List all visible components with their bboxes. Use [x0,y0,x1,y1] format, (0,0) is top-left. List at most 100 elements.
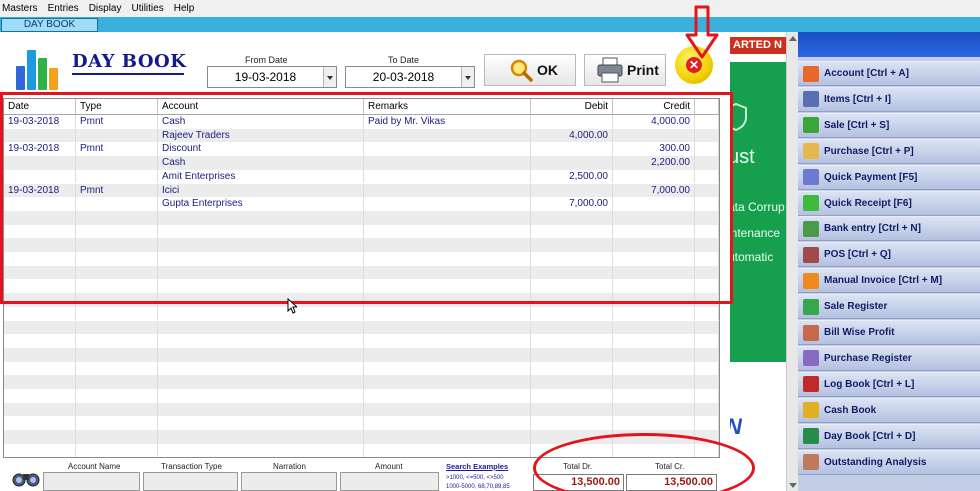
cell-debit [531,306,613,321]
menu-bar: Masters Entries Display Utilities Help [0,0,980,17]
purchase-register-icon [803,350,819,367]
cell-remarks [364,347,531,362]
cell-remarks [364,361,531,376]
scroll-up-icon[interactable] [789,36,797,41]
background-text-2: ata Corrup [730,200,785,214]
cell-account [158,416,364,431]
table-row[interactable] [4,347,719,362]
amount-input[interactable] [340,472,439,491]
table-row[interactable] [4,402,719,417]
table-row[interactable] [4,361,719,376]
to-date-combo[interactable]: 20-03-2018 [345,66,475,88]
ok-button[interactable]: OK [484,54,576,86]
sidebar-item-purchase[interactable]: Purchase [Ctrl + P] [798,138,980,164]
sidebar-item-purchase-register[interactable]: Purchase Register [798,345,980,371]
sidebar-item-day-book[interactable]: Day Book [Ctrl + D] [798,423,980,449]
cell-debit [531,389,613,403]
table-row[interactable] [4,306,719,321]
page-title: DAY BOOK [72,51,187,72]
scroll-down-icon[interactable] [789,483,797,488]
bank-entry-icon [803,220,819,237]
sidebar-item-label: Sale [Ctrl + S] [824,119,890,131]
cell-account [158,361,364,376]
sale-icon [803,117,819,134]
sidebar-item-pos[interactable]: POS [Ctrl + Q] [798,242,980,268]
cell-account [158,402,364,417]
sidebar-item-quick-payment[interactable]: Quick Payment [F5] [798,164,980,190]
cell-date [4,416,76,431]
cell-remarks [364,375,531,389]
search-examples-text: >1000, <=500, <>500 1000-5000, 68,70,89,… [446,474,510,491]
sidebar-item-label: Account [Ctrl + A] [824,68,909,79]
menu-utilities[interactable]: Utilities [126,0,168,17]
transaction-type-label: Transaction Type [161,462,222,471]
binoculars-icon[interactable] [12,468,40,488]
cell-debit [531,334,613,348]
table-row[interactable] [4,375,719,389]
from-date-value[interactable]: 19-03-2018 [208,67,323,87]
cell-account [158,347,364,362]
amount-label: Amount [375,462,403,471]
sidebar-item-outstanding-analysis[interactable]: Outstanding Analysis [798,449,980,475]
sale-register-icon [803,298,819,315]
sidebar-item-quick-receipt[interactable]: Quick Receipt [F6] [798,190,980,216]
mouse-cursor-icon [287,298,297,314]
cell-type [76,320,158,335]
narration-input[interactable] [241,472,337,491]
sidebar-item-label: Quick Receipt [F6] [824,197,912,209]
cell-credit [613,361,695,376]
table-row[interactable] [4,416,719,431]
transaction-type-input[interactable] [143,472,238,491]
log-book-icon [803,376,819,393]
cell-account [158,389,364,403]
sidebar-item-manual-invoice[interactable]: Manual Invoice [Ctrl + M] [798,268,980,294]
tab-day-book[interactable]: DAY BOOK [1,18,98,32]
sidebar-item-sale[interactable]: Sale [Ctrl + S] [798,112,980,138]
table-row[interactable] [4,389,719,403]
sidebar-item-sale-register[interactable]: Sale Register [798,294,980,320]
menu-masters[interactable]: Masters [0,0,43,17]
sidebar-item-account[interactable]: Account [Ctrl + A] [798,61,980,86]
cell-debit [531,347,613,362]
cell-credit [613,306,695,321]
table-row[interactable] [4,334,719,348]
cell-date [4,334,76,348]
chevron-down-icon[interactable] [461,67,474,87]
from-date-combo[interactable]: 19-03-2018 [207,66,337,88]
table-row[interactable] [4,320,719,335]
cell-credit [613,375,695,389]
sidebar-item-items[interactable]: Items [Ctrl + I] [798,86,980,112]
sidebar-item-label: Items [Ctrl + I] [824,93,891,105]
background-text-3: intenance [730,226,781,240]
sidebar-header [798,32,980,57]
sidebar-item-label: Outstanding Analysis [824,456,927,468]
cell-date [4,402,76,417]
sidebar-item-bank-entry[interactable]: Bank entry [Ctrl + N] [798,216,980,242]
print-button[interactable]: Print [584,54,666,86]
search-examples-link[interactable]: Search Examples [446,462,508,471]
cell-date [4,389,76,403]
sidebar-item-log-book[interactable]: Log Book [Ctrl + L] [798,371,980,397]
cell-date [4,443,76,457]
cell-account [158,375,364,389]
shortcut-sidebar: Account [Ctrl + A] Items [Ctrl + I] Sale [… [798,32,980,491]
background-green-panel: ust ata Corrup intenance utomatic [730,62,786,362]
outstanding-analysis-icon [803,454,819,470]
to-date-value[interactable]: 20-03-2018 [346,67,461,87]
cell-remarks [364,443,531,457]
cell-spacer [695,306,719,321]
day-book-icon [803,428,819,445]
menu-help[interactable]: Help [169,0,200,17]
cell-account [158,430,364,444]
cell-remarks [364,334,531,348]
sidebar-item-label: Log Book [Ctrl + L] [824,378,915,390]
menu-display[interactable]: Display [84,0,127,17]
sidebar-item-cash-book[interactable]: Cash Book [798,397,980,423]
sidebar-item-label: Day Book [Ctrl + D] [824,430,916,442]
background-scrollbar[interactable] [786,32,798,491]
tab-strip: DAY BOOK [0,17,980,32]
chevron-down-icon[interactable] [323,67,336,87]
sidebar-item-bill-wise-profit[interactable]: Bill Wise Profit [798,320,980,345]
account-name-input[interactable] [43,472,140,491]
menu-entries[interactable]: Entries [43,0,84,17]
